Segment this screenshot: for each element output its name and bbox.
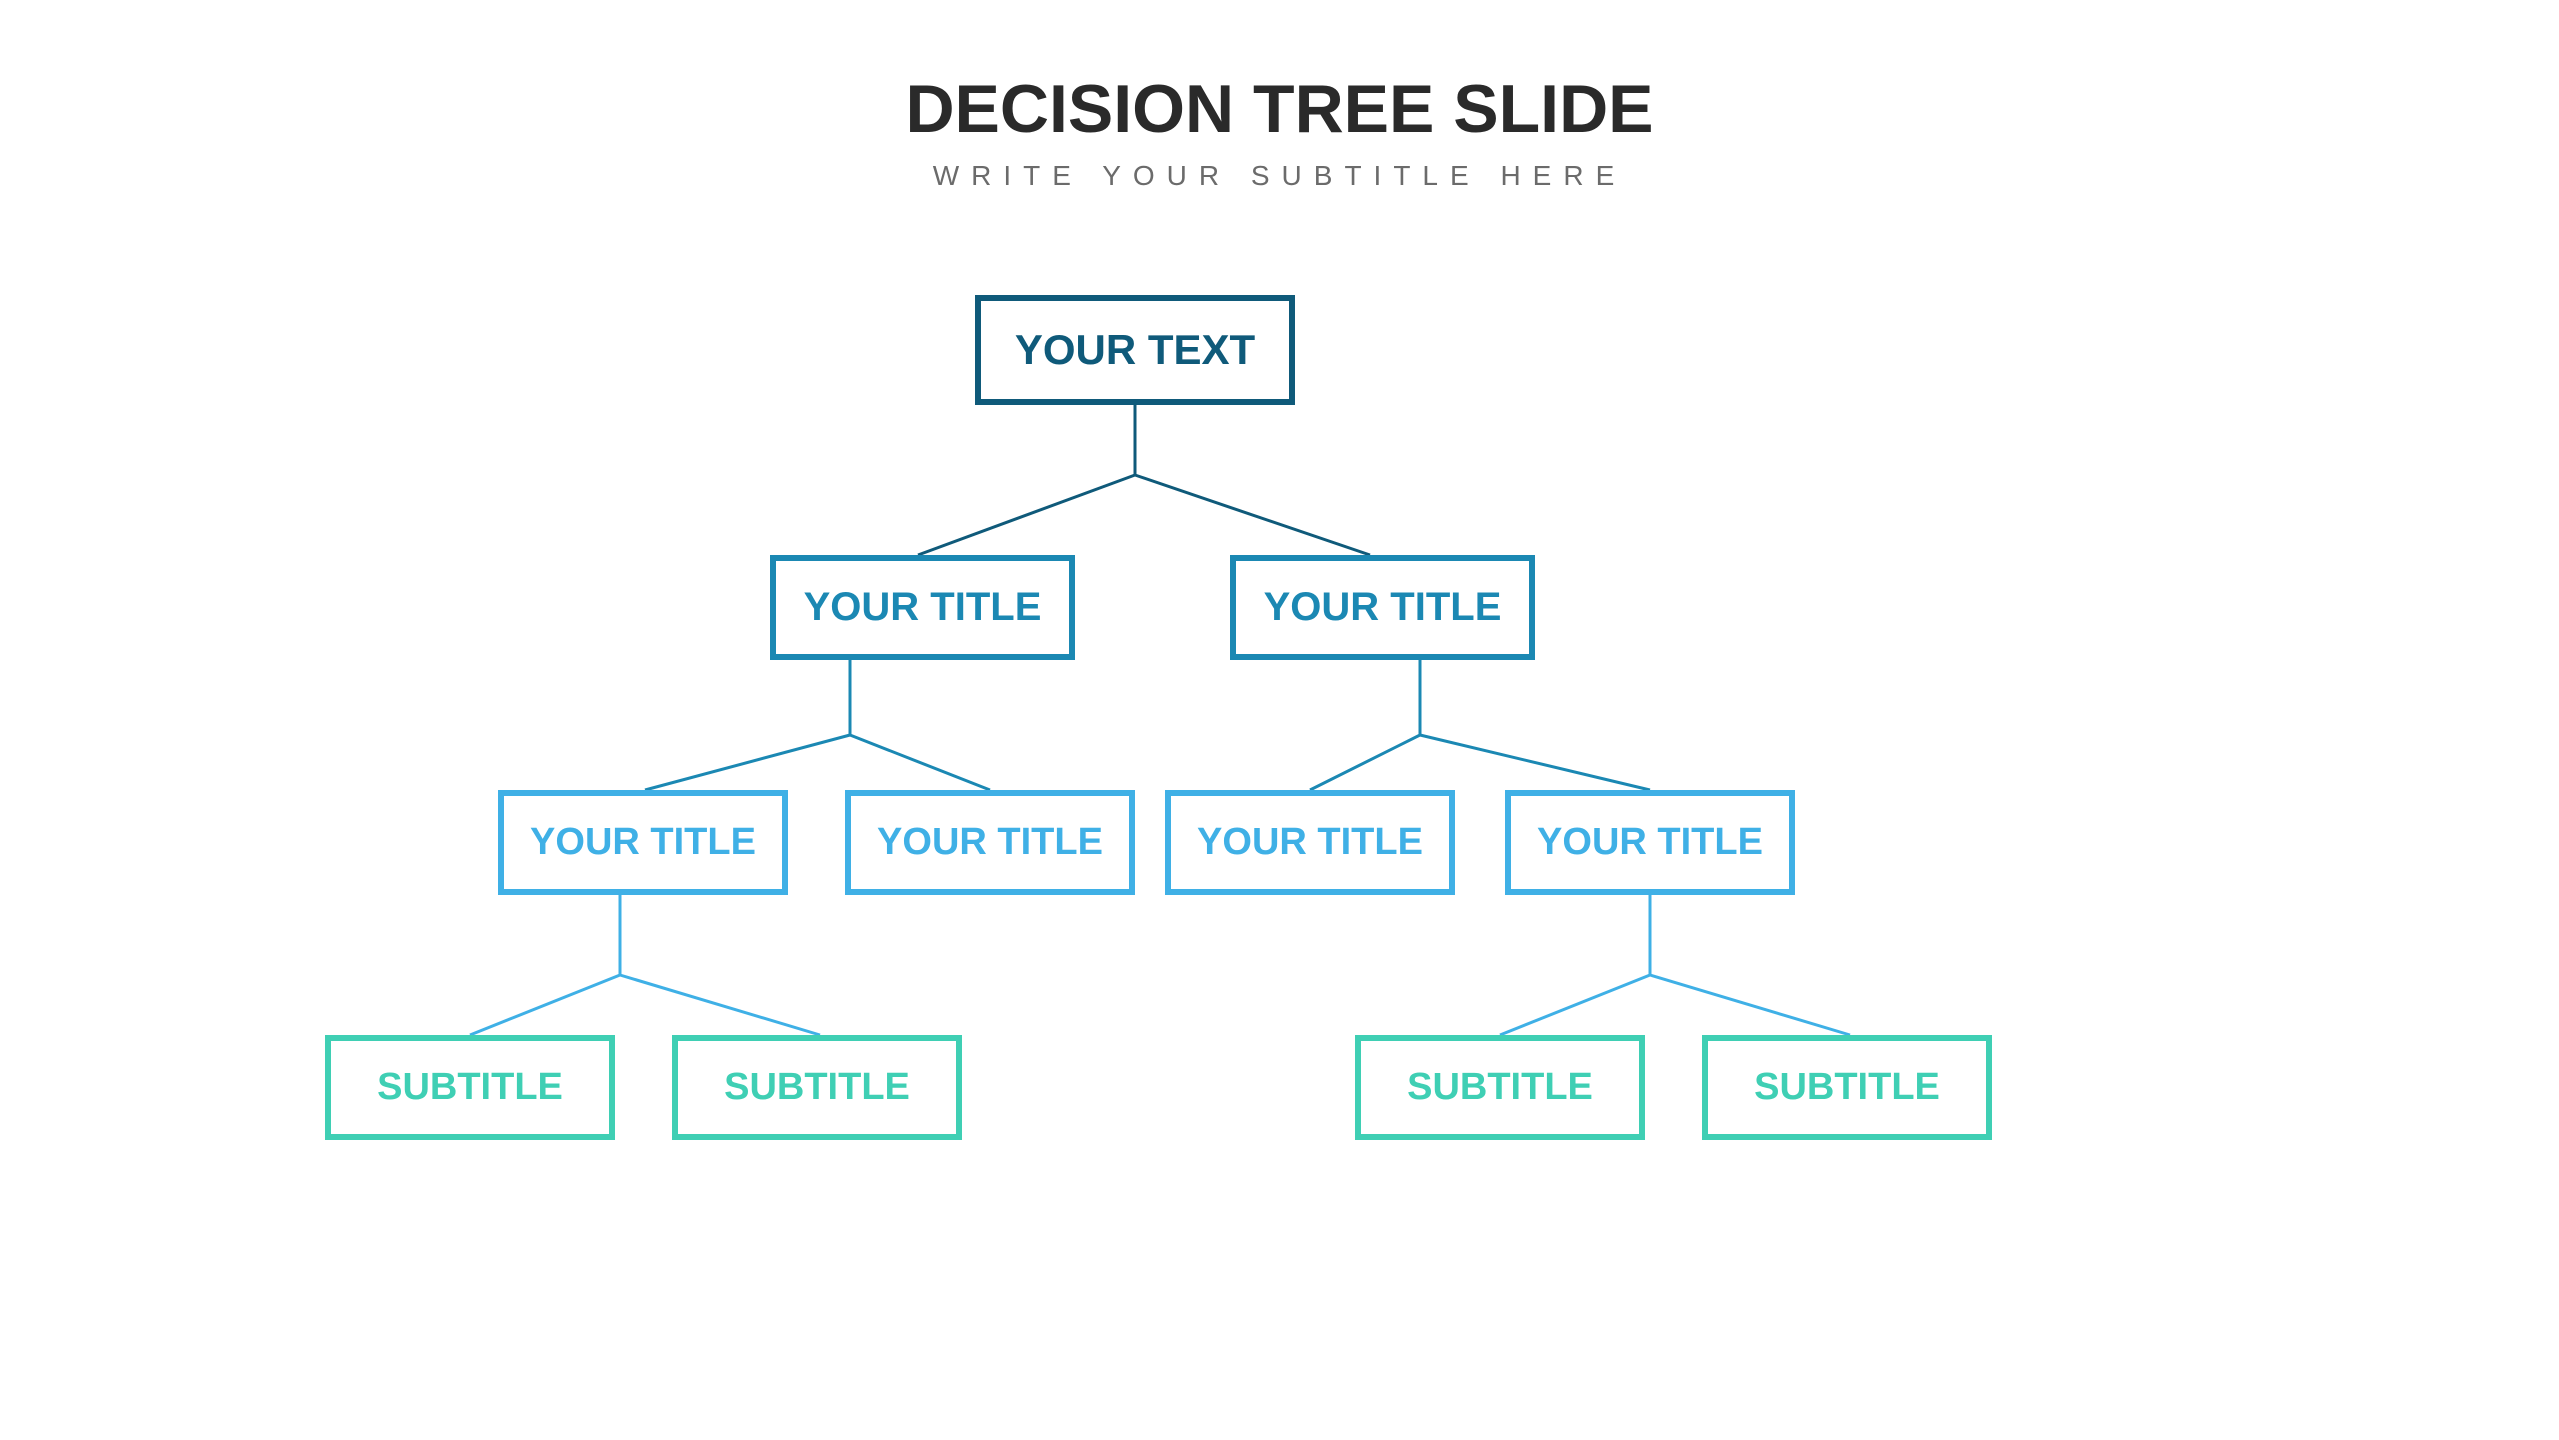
tree-level2-node: YOUR TITLE: [1165, 790, 1455, 895]
tree-level3-node: SUBTITLE: [325, 1035, 615, 1140]
slide-title: DECISION TREE SLIDE: [0, 70, 2559, 148]
tree-level2-node: YOUR TITLE: [1505, 790, 1795, 895]
tree-level1-node: YOUR TITLE: [1230, 555, 1535, 660]
tree-level3-node: SUBTITLE: [1355, 1035, 1645, 1140]
tree-level2-node: YOUR TITLE: [845, 790, 1135, 895]
tree-level1-node: YOUR TITLE: [770, 555, 1075, 660]
tree-level3-node: SUBTITLE: [1702, 1035, 1992, 1140]
tree-level3-node: SUBTITLE: [672, 1035, 962, 1140]
tree-root-node: YOUR TEXT: [975, 295, 1295, 405]
tree-level2-node: YOUR TITLE: [498, 790, 788, 895]
slide-subtitle: WRITE YOUR SUBTITLE HERE: [0, 160, 2559, 192]
tree-connectors: [0, 0, 2559, 1440]
